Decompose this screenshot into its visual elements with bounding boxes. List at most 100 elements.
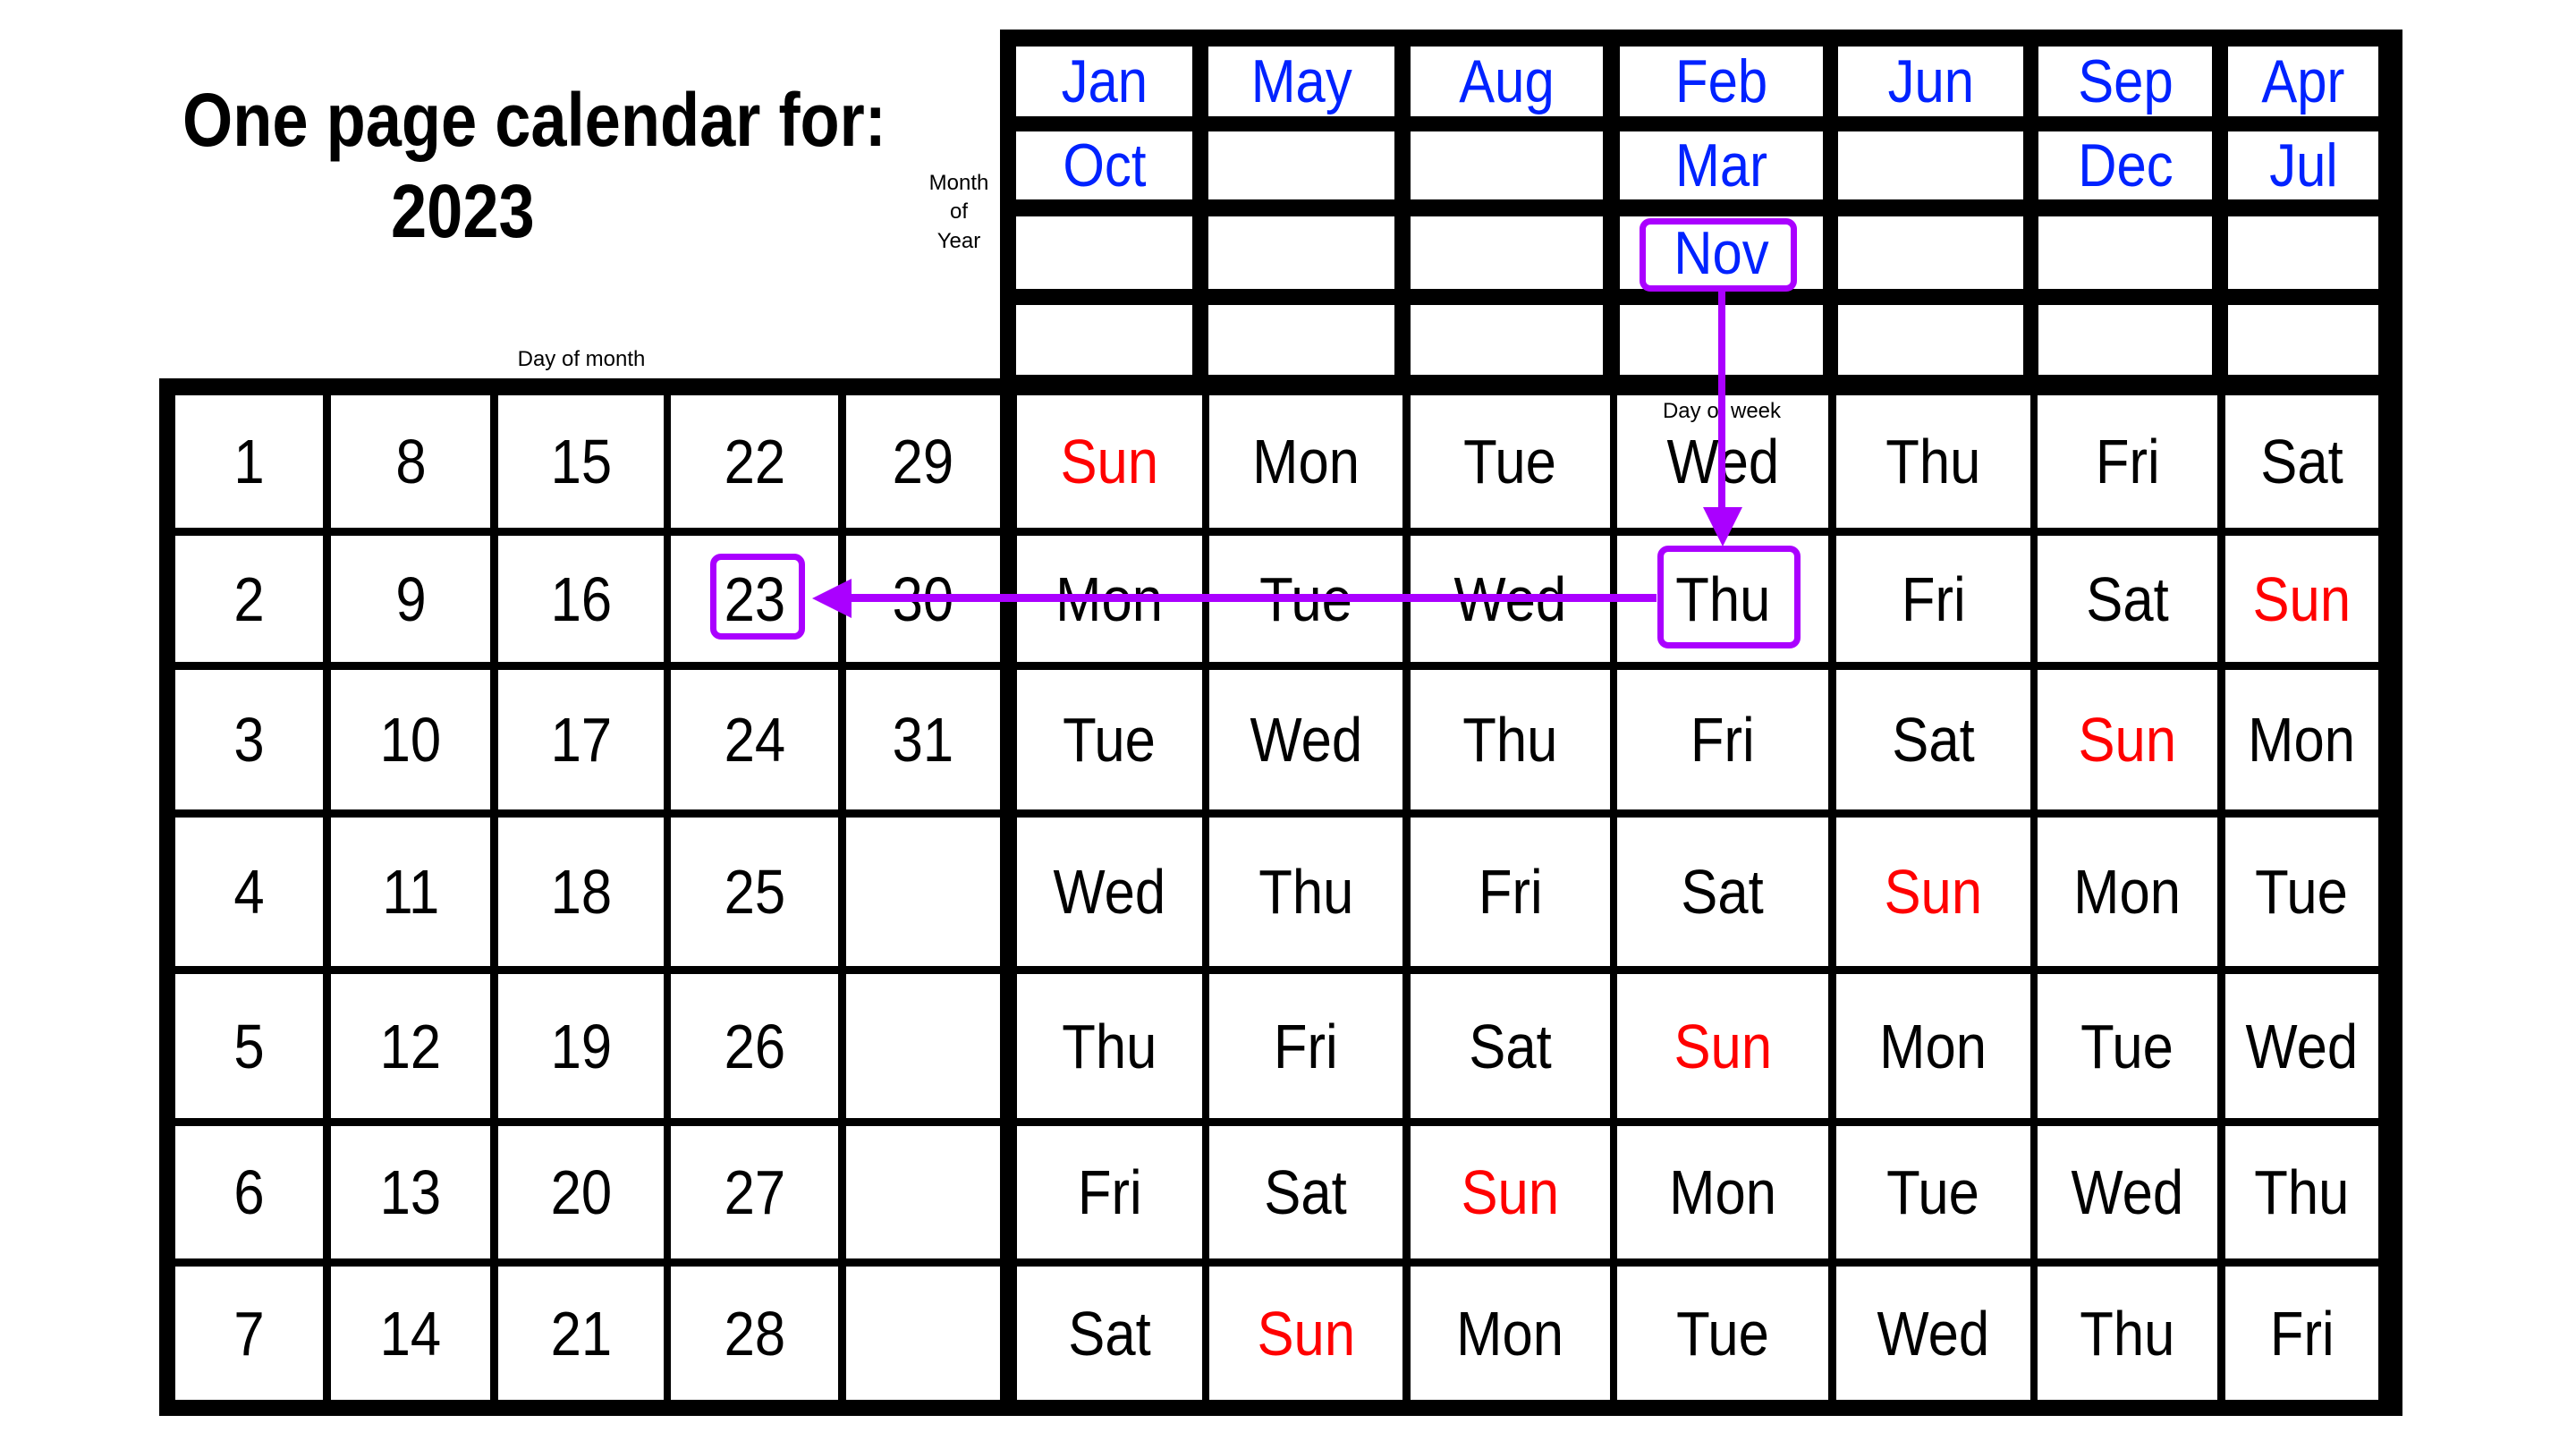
day-number: 24 bbox=[724, 705, 785, 775]
month-cell bbox=[1016, 305, 1192, 375]
weekday-name: Thu bbox=[1258, 857, 1354, 927]
day-of-week-cell: Wed bbox=[1209, 670, 1402, 809]
day-highlight-box bbox=[710, 554, 805, 640]
day-of-week-cell: Mon bbox=[2038, 818, 2217, 966]
month-of-year-label: Month of Year bbox=[923, 169, 995, 256]
weekday-name: Fri bbox=[1690, 705, 1755, 775]
month-cell: Aug bbox=[1411, 47, 1603, 116]
day-of-week-cell: Thu bbox=[1836, 395, 2030, 528]
day-of-week-cell: Tue bbox=[1017, 670, 1202, 809]
month-label: Feb bbox=[1674, 47, 1768, 115]
down-arrow-head-icon bbox=[1703, 507, 1742, 547]
month-cell bbox=[2038, 305, 2212, 375]
month-label: Dec bbox=[2077, 131, 2174, 199]
day-of-month-cell: 12 bbox=[331, 974, 490, 1118]
day-of-week-cell: Mon bbox=[2225, 670, 2378, 809]
month-cell: Dec bbox=[2038, 131, 2212, 199]
day-of-week-cell: Sat bbox=[1617, 818, 1828, 966]
weekday-name: Thu bbox=[1885, 427, 1981, 496]
day-of-week-cell: Sun bbox=[1017, 395, 1202, 528]
day-of-month-cell bbox=[846, 1126, 1000, 1258]
day-of-week-cell: Thu bbox=[1017, 974, 1202, 1118]
horizontal-arrow-line bbox=[848, 594, 1657, 602]
month-cell bbox=[1411, 131, 1603, 199]
day-of-month-cell: 8 bbox=[331, 395, 490, 528]
month-cell: May bbox=[1208, 47, 1394, 116]
weekday-name: Sun bbox=[2252, 564, 2351, 634]
weekday-name: Wed bbox=[1877, 1298, 1990, 1368]
day-of-week-cell: Sun bbox=[1209, 1267, 1402, 1400]
day-of-week-cell: Sun bbox=[1411, 1126, 1610, 1258]
day-of-week-cell: Sun bbox=[1617, 974, 1828, 1118]
weekday-highlight-box bbox=[1657, 546, 1801, 648]
month-cell: Oct bbox=[1016, 131, 1192, 199]
weekday-name: Fri bbox=[1478, 857, 1543, 927]
day-of-week-cell: Sat bbox=[1017, 1267, 1202, 1400]
day-of-week-cell: Wed bbox=[2038, 1126, 2217, 1258]
month-cell bbox=[2228, 216, 2378, 289]
month-cell bbox=[1411, 216, 1603, 289]
day-of-week-cell: Wed bbox=[2225, 974, 2378, 1118]
day-of-month-cell: 10 bbox=[331, 670, 490, 809]
weekday-name: Wed bbox=[2245, 1011, 2359, 1081]
day-number: 25 bbox=[724, 857, 785, 927]
month-of-year-label-line: Year bbox=[936, 228, 981, 253]
day-of-month-cell: 22 bbox=[671, 395, 838, 528]
month-label: Jul bbox=[2268, 131, 2338, 199]
weekday-name: Sat bbox=[2260, 427, 2343, 496]
day-of-week-cell: Sun bbox=[2225, 536, 2378, 662]
day-number: 28 bbox=[724, 1298, 785, 1368]
day-number: 4 bbox=[233, 857, 265, 927]
day-of-month-cell: 6 bbox=[175, 1126, 323, 1258]
weekday-name: Sun bbox=[1257, 1298, 1355, 1368]
day-number: 5 bbox=[233, 1011, 265, 1081]
day-of-month-cell: 21 bbox=[498, 1267, 664, 1400]
day-of-month-cell: 16 bbox=[498, 536, 664, 662]
day-number: 3 bbox=[233, 705, 265, 775]
day-number: 22 bbox=[724, 427, 785, 496]
weekday-name: Tue bbox=[1886, 1157, 1980, 1227]
day-of-week-cell: Sun bbox=[2038, 670, 2217, 809]
weekday-name: Thu bbox=[2080, 1298, 2175, 1368]
day-of-month-cell bbox=[846, 818, 1000, 966]
day-of-month-cell: 29 bbox=[846, 395, 1000, 528]
day-number: 8 bbox=[394, 427, 427, 496]
day-of-week-cell: Tue bbox=[2038, 974, 2217, 1118]
day-of-week-cell: Fri bbox=[1017, 1126, 1202, 1258]
day-of-month-cell: 1 bbox=[175, 395, 323, 528]
day-of-month-cell: 28 bbox=[671, 1267, 838, 1400]
day-of-week-cell: Fri bbox=[1617, 670, 1828, 809]
day-of-week-cell: Sat bbox=[2225, 395, 2378, 528]
day-number: 20 bbox=[550, 1157, 612, 1227]
weekday-name: Thu bbox=[1462, 705, 1558, 775]
day-of-week-cell: Fri bbox=[1836, 536, 2030, 662]
day-of-week-cell: Sun bbox=[1836, 818, 2030, 966]
day-number: 10 bbox=[379, 705, 442, 775]
weekday-name: Fri bbox=[2095, 427, 2160, 496]
day-of-month-cell: 14 bbox=[331, 1267, 490, 1400]
month-cell bbox=[1208, 131, 1394, 199]
day-of-month-cell: 11 bbox=[331, 818, 490, 966]
day-number: 11 bbox=[382, 857, 439, 927]
weekday-name: Wed bbox=[2071, 1157, 2184, 1227]
day-number: 15 bbox=[550, 427, 612, 496]
day-number: 31 bbox=[892, 705, 954, 775]
day-of-week-cell: Tue bbox=[1411, 395, 1610, 528]
weekday-name: Tue bbox=[1063, 705, 1157, 775]
weekday-name: Mon bbox=[1669, 1157, 1776, 1227]
day-of-month-cell: 19 bbox=[498, 974, 664, 1118]
day-of-week-cell: Fri bbox=[2225, 1267, 2378, 1400]
day-of-week-cell: Thu bbox=[1411, 670, 1610, 809]
left-arrow-head-icon bbox=[812, 579, 852, 618]
weekday-name: Fri bbox=[1274, 1011, 1338, 1081]
day-number: 9 bbox=[394, 564, 427, 634]
year-title: 2023 bbox=[391, 169, 535, 253]
day-of-month-cell: 2 bbox=[175, 536, 323, 662]
month-label: Aug bbox=[1459, 47, 1555, 115]
day-number: 26 bbox=[724, 1011, 785, 1081]
left-arrow-head bbox=[812, 579, 852, 618]
down-arrow-head bbox=[1703, 507, 1742, 547]
month-cell: Sep bbox=[2038, 47, 2212, 116]
day-of-month-cell bbox=[846, 974, 1000, 1118]
weekday-name: Tue bbox=[1463, 427, 1557, 496]
